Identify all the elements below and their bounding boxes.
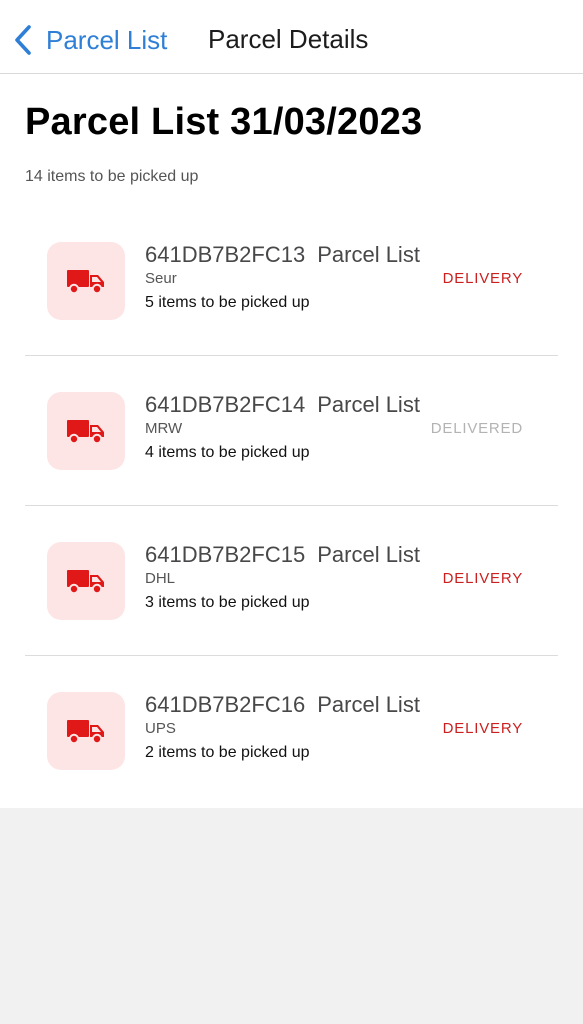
items-count: 5 items to be picked up bbox=[145, 294, 310, 311]
truck-icon bbox=[67, 570, 104, 595]
page-subtitle: 14 items to be picked up bbox=[25, 168, 199, 185]
truck-icon bbox=[67, 720, 104, 745]
carrier-name: MRW bbox=[145, 420, 183, 437]
parcel-code: 641DB7B2FC15 bbox=[145, 542, 306, 567]
back-button[interactable]: Parcel List bbox=[12, 22, 167, 58]
parcel-row[interactable]: 641DB7B2FC15 Parcel List DHL 3 items to b… bbox=[25, 506, 558, 656]
status-label: DELIVERY bbox=[442, 570, 523, 587]
parcel-icon-tile bbox=[47, 392, 125, 470]
status-label: DELIVERED bbox=[430, 420, 523, 437]
carrier-name: DHL bbox=[145, 570, 176, 587]
parcel-icon-tile bbox=[47, 692, 125, 770]
items-count: 4 items to be picked up bbox=[145, 444, 310, 461]
parcel-list-label: Parcel List bbox=[317, 692, 420, 717]
items-count: 3 items to be picked up bbox=[145, 594, 310, 611]
parcel-title: 641DB7B2FC13 Parcel List bbox=[145, 242, 420, 268]
chevron-left-icon bbox=[15, 25, 31, 55]
items-count: 2 items to be picked up bbox=[145, 744, 310, 761]
status-label: DELIVERY bbox=[442, 270, 523, 287]
truck-icon bbox=[67, 270, 104, 295]
carrier-name: Seur bbox=[145, 270, 177, 287]
nav-title: Parcel Details bbox=[208, 24, 369, 54]
parcel-list-label: Parcel List bbox=[317, 392, 420, 417]
parcel-title: 641DB7B2FC15 Parcel List bbox=[145, 542, 420, 568]
parcel-list: 641DB7B2FC13 Parcel List Seur 5 items to … bbox=[25, 206, 558, 806]
parcel-code: 641DB7B2FC14 bbox=[145, 392, 306, 417]
parcel-title: 641DB7B2FC16 Parcel List bbox=[145, 692, 420, 718]
status-label: DELIVERY bbox=[442, 720, 523, 737]
truck-icon bbox=[67, 420, 104, 445]
navigation-bar: Parcel List Parcel Details bbox=[0, 0, 583, 74]
main-content: Parcel List 31/03/2023 14 items to be pi… bbox=[0, 74, 583, 808]
back-button-label: Parcel List bbox=[46, 24, 168, 55]
parcel-row[interactable]: 641DB7B2FC14 Parcel List MRW 4 items to b… bbox=[25, 356, 558, 506]
carrier-name: UPS bbox=[145, 720, 176, 737]
parcel-list-label: Parcel List bbox=[317, 242, 420, 267]
parcel-icon-tile bbox=[47, 242, 125, 320]
page-title: Parcel List 31/03/2023 bbox=[25, 101, 423, 143]
parcel-list-label: Parcel List bbox=[317, 542, 420, 567]
parcel-code: 641DB7B2FC13 bbox=[145, 242, 306, 267]
parcel-code: 641DB7B2FC16 bbox=[145, 692, 306, 717]
parcel-row[interactable]: 641DB7B2FC16 Parcel List UPS 2 items to b… bbox=[25, 656, 558, 806]
parcel-icon-tile bbox=[47, 542, 125, 620]
parcel-row[interactable]: 641DB7B2FC13 Parcel List Seur 5 items to … bbox=[25, 206, 558, 356]
parcel-title: 641DB7B2FC14 Parcel List bbox=[145, 392, 420, 418]
